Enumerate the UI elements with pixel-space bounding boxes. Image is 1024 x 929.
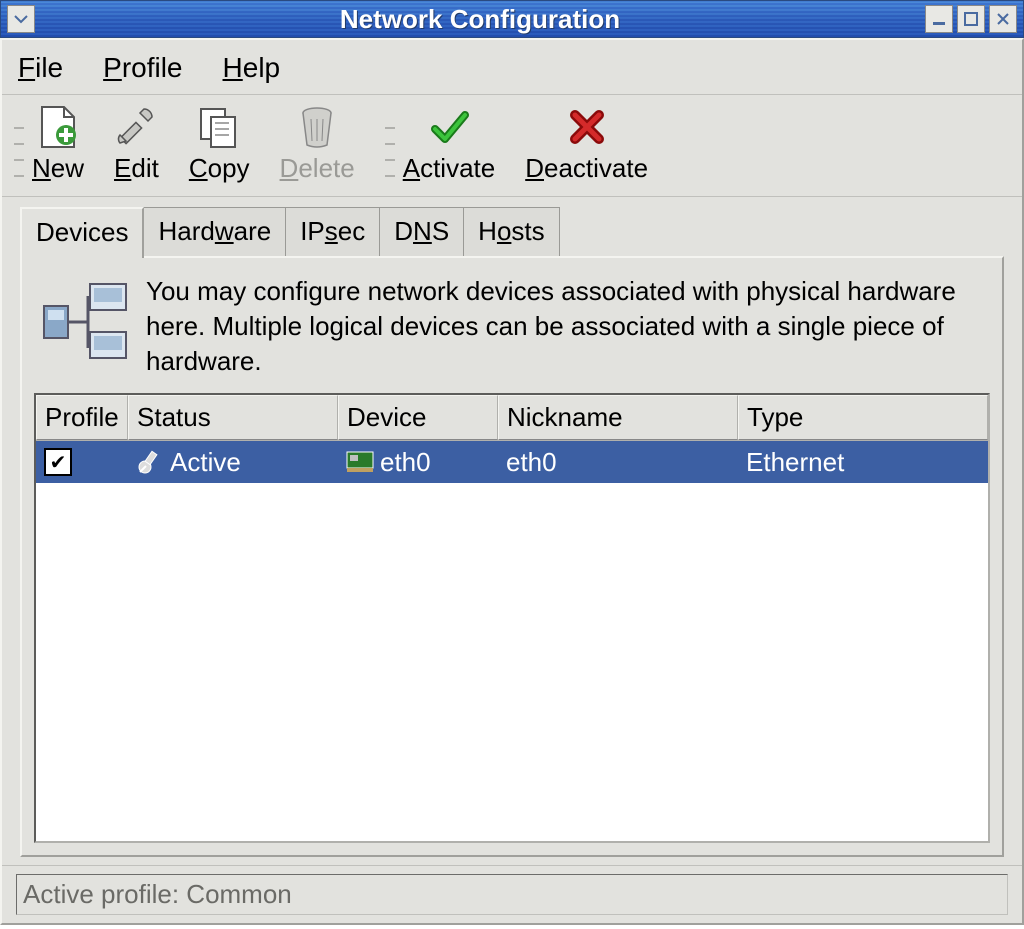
cell-device-text: eth0	[380, 447, 431, 478]
activate-button[interactable]: Activate	[403, 105, 496, 184]
tab-ipsec-label: IPsec	[300, 216, 365, 246]
status-bar-text: Active profile: Common	[16, 874, 1008, 915]
tab-panel-devices: You may configure network devices associ…	[20, 256, 1004, 857]
check-icon	[427, 105, 471, 149]
cell-type: Ethernet	[738, 443, 988, 482]
new-icon	[36, 105, 80, 149]
cross-icon	[565, 105, 609, 149]
delete-button-label: Delete	[280, 153, 355, 184]
delete-button[interactable]: Delete	[280, 105, 355, 184]
title-bar: Network Configuration	[0, 0, 1024, 38]
menu-file-label: ile	[35, 52, 63, 83]
tab-hosts[interactable]: Hosts	[463, 207, 559, 256]
cell-type-text: Ethernet	[746, 447, 844, 478]
minimize-button[interactable]	[925, 5, 953, 33]
close-icon	[995, 11, 1011, 27]
cell-nickname-text: eth0	[506, 447, 557, 478]
menu-profile[interactable]: Profile	[103, 52, 182, 84]
tab-hardware-label: Hardware	[158, 216, 271, 246]
tab-strip: Devices Hardware IPsec DNS Hosts	[20, 207, 1004, 256]
window-menu-button[interactable]	[7, 5, 35, 33]
menu-help-label: elp	[243, 52, 280, 83]
table-row[interactable]: ✔ Active	[36, 441, 988, 483]
header-profile[interactable]: Profile	[36, 395, 128, 440]
maximize-button[interactable]	[957, 5, 985, 33]
table-header-row: Profile Status Device Nickname Type	[36, 395, 988, 441]
tab-dns-label: DNS	[394, 216, 449, 246]
window-body: File Profile Help New	[0, 38, 1024, 925]
panel-description: You may configure network devices associ…	[146, 274, 986, 379]
header-status[interactable]: Status	[128, 395, 338, 440]
menu-file[interactable]: File	[18, 52, 63, 84]
panel-description-row: You may configure network devices associ…	[34, 270, 990, 393]
copy-icon	[197, 105, 241, 149]
cell-nickname: eth0	[498, 443, 738, 482]
copy-button-label: Copy	[189, 153, 250, 184]
tab-ipsec[interactable]: IPsec	[285, 207, 380, 256]
window-title: Network Configuration	[39, 4, 921, 35]
close-button[interactable]	[989, 5, 1017, 33]
menu-profile-label: rofile	[122, 52, 183, 83]
cell-status-text: Active	[170, 447, 241, 478]
plug-connected-icon	[136, 448, 164, 476]
network-devices-icon	[38, 274, 134, 370]
status-bar: Active profile: Common	[2, 865, 1022, 923]
tab-area: Devices Hardware IPsec DNS Hosts	[20, 207, 1004, 857]
toolbar-grip[interactable]	[14, 120, 24, 184]
new-button-label: New	[32, 153, 84, 184]
trash-icon	[295, 105, 339, 149]
header-type[interactable]: Type	[738, 395, 988, 440]
activate-button-label: Activate	[403, 153, 496, 184]
deactivate-button-label: Deactivate	[525, 153, 648, 184]
header-device[interactable]: Device	[338, 395, 498, 440]
toolbar: New Edit Copy	[2, 95, 1022, 197]
new-button[interactable]: New	[32, 105, 84, 184]
devices-table: Profile Status Device Nickname Type ✔	[34, 393, 990, 843]
profile-checkbox[interactable]: ✔	[44, 448, 72, 476]
header-nickname[interactable]: Nickname	[498, 395, 738, 440]
tab-devices[interactable]: Devices	[20, 207, 144, 258]
minimize-icon	[931, 11, 947, 27]
cell-device: eth0	[338, 443, 498, 482]
edit-button[interactable]: Edit	[114, 105, 159, 184]
toolbar-grip-2[interactable]	[385, 120, 395, 184]
menu-help[interactable]: Help	[223, 52, 281, 84]
chevron-down-icon	[13, 14, 29, 24]
tab-dns[interactable]: DNS	[379, 207, 464, 256]
maximize-icon	[963, 11, 979, 27]
deactivate-button[interactable]: Deactivate	[525, 105, 648, 184]
edit-button-label: Edit	[114, 153, 159, 184]
copy-button[interactable]: Copy	[189, 105, 250, 184]
nic-icon	[346, 451, 374, 473]
tab-hosts-label: Hosts	[478, 216, 544, 246]
cell-status: Active	[128, 443, 338, 482]
tab-devices-label: Devices	[36, 217, 128, 247]
tab-hardware[interactable]: Hardware	[143, 207, 286, 256]
wrench-icon	[114, 105, 158, 149]
menubar: File Profile Help	[2, 40, 1022, 95]
cell-profile: ✔	[36, 444, 128, 480]
